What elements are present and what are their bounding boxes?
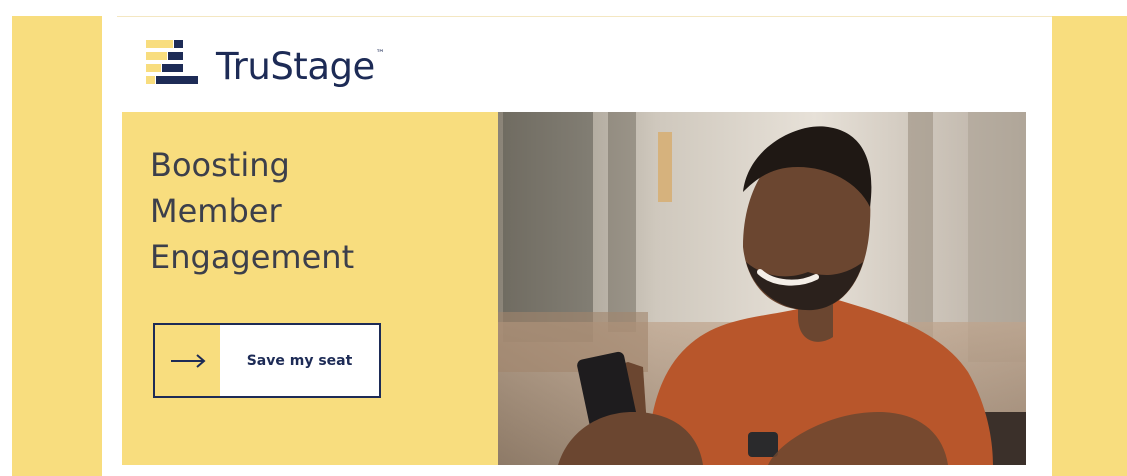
hero-text-panel: Boosting Member Engagement Save my seat	[122, 112, 498, 465]
save-my-seat-label: Save my seat	[246, 352, 353, 369]
hero-headline: Boosting Member Engagement	[150, 142, 354, 280]
email-banner: TruStage™ Boosting Member Engagement Sav…	[103, 16, 1052, 476]
logo-mark-icon	[146, 38, 198, 94]
cta-arrow-box	[155, 325, 220, 396]
logo-wordmark: TruStage™	[216, 44, 385, 88]
logo-wordmark-text: TruStage	[216, 44, 375, 88]
hero-headline-line-1: Boosting	[150, 146, 290, 184]
hero-headline-line-2: Member	[150, 192, 282, 230]
trustage-logo[interactable]: TruStage™	[146, 38, 385, 94]
save-my-seat-button[interactable]: Save my seat	[153, 323, 381, 398]
trademark-symbol: ™	[375, 48, 385, 59]
man-with-phone-illustration	[498, 112, 1026, 465]
left-background-band	[12, 16, 102, 476]
header-divider	[117, 16, 1052, 17]
right-background-band	[1052, 16, 1127, 476]
hero-headline-line-3: Engagement	[150, 238, 355, 276]
arrow-right-icon	[170, 353, 206, 368]
cta-label-box: Save my seat	[220, 325, 379, 396]
hero-photo	[498, 112, 1026, 465]
